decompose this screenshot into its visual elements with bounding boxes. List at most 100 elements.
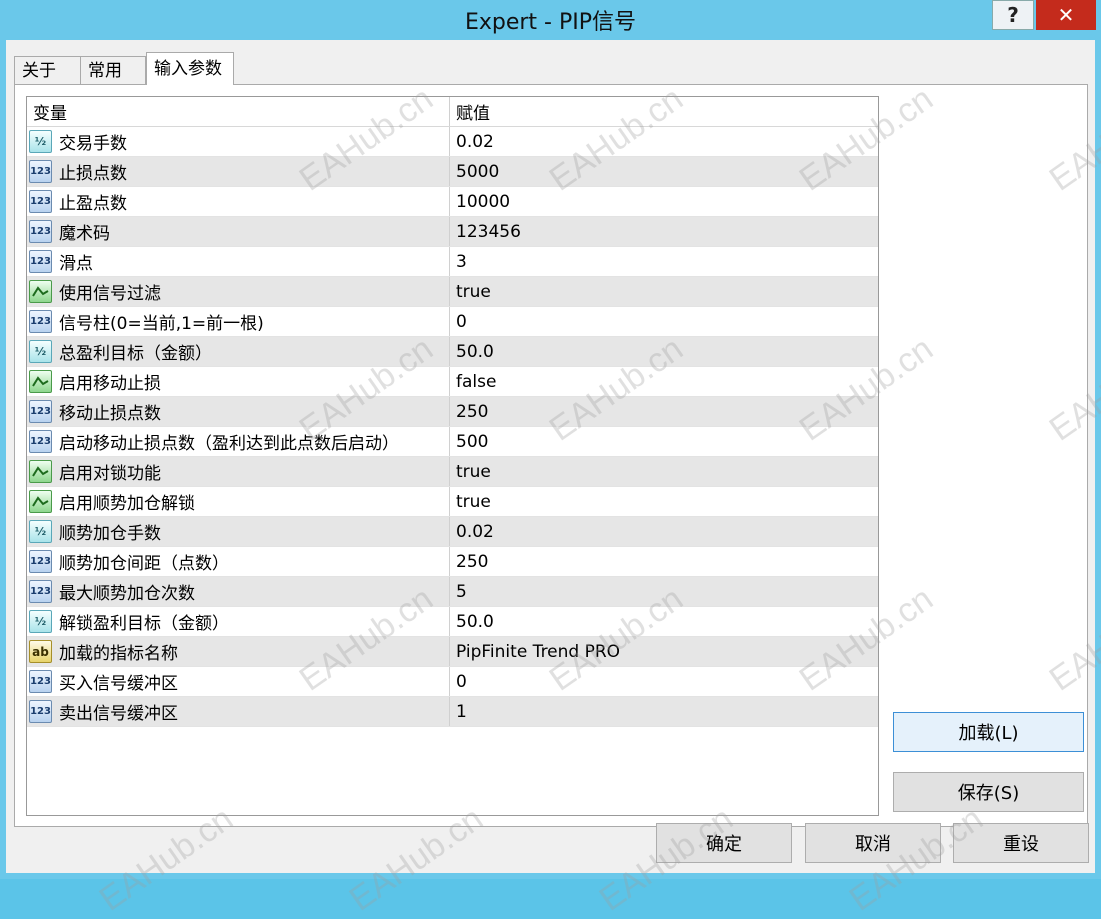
parameter-row[interactable]: 123 最大顺势加仓次数 5 xyxy=(27,577,878,607)
parameter-row[interactable]: 123 止损点数 5000 xyxy=(27,157,878,187)
parameter-name-cell: 123 信号柱(0=当前,1=前一根) xyxy=(27,307,450,336)
parameter-row[interactable]: 123 滑点 3 xyxy=(27,247,878,277)
cancel-button[interactable]: 取消 xyxy=(805,823,941,863)
parameter-row[interactable]: 123 信号柱(0=当前,1=前一根) 0 xyxy=(27,307,878,337)
header-value[interactable]: 赋值 xyxy=(450,97,878,126)
window-title: Expert - PIP信号 xyxy=(464,10,637,35)
reset-button[interactable]: 重设 xyxy=(953,823,1089,863)
tab-common[interactable]: 常用 xyxy=(80,56,146,84)
parameter-value[interactable]: 50.0 xyxy=(450,607,878,636)
parameter-row[interactable]: 123 顺势加仓间距（点数） 250 xyxy=(27,547,878,577)
tab-about[interactable]: 关于 xyxy=(14,56,81,84)
help-button[interactable]: ? xyxy=(992,0,1034,30)
grid-header: 变量 赋值 xyxy=(27,97,878,127)
parameter-value[interactable]: 0.02 xyxy=(450,517,878,546)
parameter-value[interactable]: PipFinite Trend PRO xyxy=(450,637,878,666)
parameter-name: 卖出信号缓冲区 xyxy=(59,704,178,724)
int-type-icon: 123 xyxy=(29,220,52,243)
parameter-row[interactable]: ½ 总盈利目标（金额） 50.0 xyxy=(27,337,878,367)
parameter-name: 滑点 xyxy=(59,254,93,274)
parameter-name-cell: ½ 顺势加仓手数 xyxy=(27,517,450,546)
parameter-name: 解锁盈利目标（金额） xyxy=(59,614,229,634)
parameter-name-cell: 启用顺势加仓解锁 xyxy=(27,487,450,516)
header-variable[interactable]: 变量 xyxy=(27,97,450,126)
parameter-value[interactable]: true xyxy=(450,487,878,516)
parameter-name-cell: ½ 总盈利目标（金额） xyxy=(27,337,450,366)
parameter-row[interactable]: 使用信号过滤 true xyxy=(27,277,878,307)
parameter-row[interactable]: 123 魔术码 123456 xyxy=(27,217,878,247)
load-button[interactable]: 加载(L) xyxy=(893,712,1084,752)
parameter-value[interactable]: 0.02 xyxy=(450,127,878,156)
parameter-row[interactable]: 启用移动止损 false xyxy=(27,367,878,397)
parameter-name-cell: 123 止损点数 xyxy=(27,157,450,186)
inputs-panel: 变量 赋值 ½ 交易手数 0.02 123 止损点数 5000 123 止盈点数 10000 12… xyxy=(14,84,1088,827)
parameter-name: 移动止损点数 xyxy=(59,404,161,424)
parameter-name-cell: ab 加载的指标名称 xyxy=(27,637,450,666)
parameter-name-cell: 123 止盈点数 xyxy=(27,187,450,216)
ok-button[interactable]: 确定 xyxy=(656,823,792,863)
parameter-name: 最大顺势加仓次数 xyxy=(59,584,195,604)
parameter-value[interactable]: 3 xyxy=(450,247,878,276)
parameter-value[interactable]: 500 xyxy=(450,427,878,456)
parameter-row[interactable]: 123 买入信号缓冲区 0 xyxy=(27,667,878,697)
parameter-value[interactable]: 5000 xyxy=(450,157,878,186)
parameter-name: 止损点数 xyxy=(59,164,127,184)
parameter-row[interactable]: 123 卖出信号缓冲区 1 xyxy=(27,697,878,727)
int-type-icon: 123 xyxy=(29,700,52,723)
bool-type-icon xyxy=(29,490,52,513)
parameter-name-cell: 123 移动止损点数 xyxy=(27,397,450,426)
parameter-row[interactable]: 123 启动移动止损点数（盈利达到此点数后启动） 500 xyxy=(27,427,878,457)
save-button[interactable]: 保存(S) xyxy=(893,772,1084,812)
parameter-value[interactable]: 123456 xyxy=(450,217,878,246)
parameter-name-cell: 123 卖出信号缓冲区 xyxy=(27,697,450,726)
parameter-value[interactable]: 250 xyxy=(450,397,878,426)
parameter-value[interactable]: 10000 xyxy=(450,187,878,216)
close-button[interactable]: ✕ xyxy=(1036,0,1096,30)
parameter-name-cell: 123 最大顺势加仓次数 xyxy=(27,577,450,606)
parameter-name-cell: 使用信号过滤 xyxy=(27,277,450,306)
parameter-row[interactable]: 启用对锁功能 true xyxy=(27,457,878,487)
parameter-row[interactable]: 123 移动止损点数 250 xyxy=(27,397,878,427)
tab-inputs[interactable]: 输入参数 xyxy=(146,52,234,85)
parameter-value[interactable]: 250 xyxy=(450,547,878,576)
parameter-row[interactable]: ½ 顺势加仓手数 0.02 xyxy=(27,517,878,547)
parameter-name: 启用对锁功能 xyxy=(59,464,161,484)
parameter-name-cell: ½ 交易手数 xyxy=(27,127,450,156)
parameter-name: 启用顺势加仓解锁 xyxy=(59,494,195,514)
parameter-row[interactable]: 启用顺势加仓解锁 true xyxy=(27,487,878,517)
parameter-row[interactable]: 123 止盈点数 10000 xyxy=(27,187,878,217)
parameter-value[interactable]: 5 xyxy=(450,577,878,606)
parameter-row[interactable]: ½ 解锁盈利目标（金额） 50.0 xyxy=(27,607,878,637)
parameter-row[interactable]: ab 加载的指标名称 PipFinite Trend PRO xyxy=(27,637,878,667)
parameter-name-cell: 启用对锁功能 xyxy=(27,457,450,486)
int-type-icon: 123 xyxy=(29,430,52,453)
parameter-name: 止盈点数 xyxy=(59,194,127,214)
title-bar[interactable]: Expert - PIP信号 ? ✕ xyxy=(0,0,1101,40)
double-type-icon: ½ xyxy=(29,130,52,153)
parameter-name-cell: ½ 解锁盈利目标（金额） xyxy=(27,607,450,636)
bool-type-icon xyxy=(29,460,52,483)
int-type-icon: 123 xyxy=(29,310,52,333)
parameter-name: 启动移动止损点数（盈利达到此点数后启动） xyxy=(59,434,399,454)
int-type-icon: 123 xyxy=(29,400,52,423)
int-type-icon: 123 xyxy=(29,190,52,213)
parameter-value[interactable]: 1 xyxy=(450,697,878,726)
parameter-name: 买入信号缓冲区 xyxy=(59,674,178,694)
parameter-name: 魔术码 xyxy=(59,224,110,244)
parameter-name-cell: 123 魔术码 xyxy=(27,217,450,246)
parameter-name: 启用移动止损 xyxy=(59,374,161,394)
parameter-value[interactable]: true xyxy=(450,457,878,486)
parameter-name: 信号柱(0=当前,1=前一根) xyxy=(59,314,264,334)
parameter-value[interactable]: false xyxy=(450,367,878,396)
parameter-row[interactable]: ½ 交易手数 0.02 xyxy=(27,127,878,157)
parameter-value[interactable]: true xyxy=(450,277,878,306)
parameter-value[interactable]: 50.0 xyxy=(450,337,878,366)
int-type-icon: 123 xyxy=(29,550,52,573)
parameter-value[interactable]: 0 xyxy=(450,307,878,336)
parameter-name: 使用信号过滤 xyxy=(59,284,161,304)
parameter-name: 交易手数 xyxy=(59,134,127,154)
parameter-value[interactable]: 0 xyxy=(450,667,878,696)
int-type-icon: 123 xyxy=(29,160,52,183)
parameter-name: 加载的指标名称 xyxy=(59,644,178,664)
double-type-icon: ½ xyxy=(29,520,52,543)
